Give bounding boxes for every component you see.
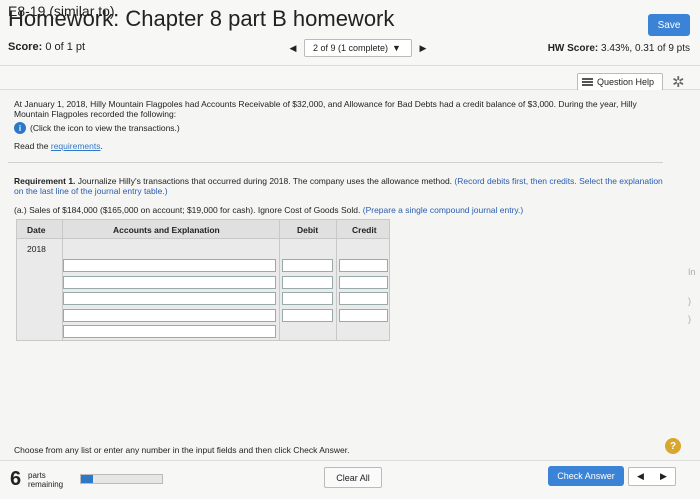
header-debit: Debit bbox=[297, 225, 319, 235]
debit-input[interactable] bbox=[282, 308, 333, 322]
pager-text: 2 of 9 (1 complete) bbox=[313, 43, 389, 53]
gear-icon[interactable]: ✲ bbox=[672, 73, 685, 91]
question-navigator: ◀ 2 of 9 (1 complete) ▼ ▶ bbox=[286, 39, 430, 57]
explanation-input[interactable] bbox=[63, 325, 276, 338]
credit-input[interactable] bbox=[339, 292, 388, 305]
hw-score-display: HW Score: 3.43%, 0.31 of 9 pts bbox=[548, 43, 690, 54]
prev-question-icon[interactable]: ◀ bbox=[286, 39, 300, 57]
read-suffix: . bbox=[100, 141, 103, 151]
requirements-link[interactable]: requirements bbox=[51, 141, 101, 151]
footer-question-nav: ◀ ▶ bbox=[628, 467, 676, 486]
info-icon[interactable]: i bbox=[14, 122, 26, 134]
part-a-text: (a.) Sales of $184,000 ($165,000 on acco… bbox=[14, 205, 664, 215]
save-button[interactable]: Save bbox=[648, 14, 690, 36]
question-intro: At January 1, 2018, Hilly Mountain Flagp… bbox=[14, 99, 637, 119]
question-id: E8-19 (similar to) bbox=[8, 3, 115, 19]
chevron-down-icon: ▼ bbox=[392, 43, 401, 53]
prev-question-icon[interactable]: ◀ bbox=[637, 471, 644, 482]
next-question-icon[interactable]: ▶ bbox=[660, 471, 667, 482]
parts-label-line: remaining bbox=[28, 480, 64, 489]
section-divider bbox=[8, 162, 663, 163]
header-accounts: Accounts and Explanation bbox=[113, 225, 220, 235]
edge-text: In bbox=[688, 267, 696, 277]
credit-input[interactable] bbox=[339, 308, 388, 322]
requirement-text: Requirement 1. Journalize Hilly's transa… bbox=[14, 176, 664, 196]
help-question-icon[interactable]: ? bbox=[665, 438, 681, 454]
progress-fill bbox=[81, 475, 94, 483]
header-date: Date bbox=[27, 225, 46, 235]
transactions-info-row[interactable]: i (Click the icon to view the transactio… bbox=[14, 122, 180, 134]
account-input[interactable] bbox=[63, 308, 276, 322]
score-label: Score: bbox=[8, 41, 43, 53]
hw-score-label: HW Score: bbox=[547, 43, 599, 54]
debit-input[interactable] bbox=[282, 292, 333, 305]
parts-remaining-label: parts remaining bbox=[28, 471, 63, 489]
debit-input[interactable] bbox=[282, 259, 333, 272]
next-question-icon[interactable]: ▶ bbox=[416, 39, 430, 57]
edge-text: ) bbox=[688, 296, 691, 306]
score-value: 0 of 1 pt bbox=[45, 41, 86, 53]
column-separator bbox=[279, 220, 280, 340]
read-requirements-row: Read the requirements. bbox=[14, 141, 103, 151]
read-prefix: Read the bbox=[14, 141, 49, 151]
debit-input[interactable] bbox=[282, 275, 333, 289]
account-input[interactable] bbox=[63, 259, 276, 272]
list-icon bbox=[582, 78, 593, 86]
requirement-body: Journalize Hilly's transactions that occ… bbox=[77, 176, 453, 186]
part-a-note: (Prepare a single compound journal entry… bbox=[362, 205, 524, 215]
journal-header-row: Date Accounts and Explanation Debit Cred… bbox=[17, 220, 389, 239]
clear-all-button[interactable]: Clear All bbox=[324, 467, 382, 488]
credit-input[interactable] bbox=[339, 275, 388, 289]
question-help-label: Question Help bbox=[597, 77, 655, 87]
parts-remaining-count: 6 bbox=[10, 468, 22, 490]
question-help-button[interactable]: Question Help bbox=[577, 73, 663, 91]
score-display: Score: 0 of 1 pt bbox=[8, 41, 85, 53]
parts-progress-bar bbox=[80, 474, 163, 484]
requirement-label: Requirement 1. bbox=[14, 176, 76, 186]
account-input[interactable] bbox=[63, 292, 276, 305]
transactions-info-text: (Click the icon to view the transactions… bbox=[30, 123, 180, 133]
instruction-text: Choose from any list or enter any number… bbox=[14, 445, 350, 455]
question-pager-dropdown[interactable]: 2 of 9 (1 complete) ▼ bbox=[304, 39, 412, 57]
check-answer-button[interactable]: Check Answer bbox=[548, 466, 624, 486]
parts-label-line: parts bbox=[28, 471, 46, 480]
column-separator bbox=[336, 220, 337, 340]
hw-score-value: 3.43%, 0.31 of 9 pts bbox=[601, 43, 690, 54]
account-input[interactable] bbox=[63, 275, 276, 289]
edge-text: ) bbox=[688, 314, 691, 324]
header-credit: Credit bbox=[352, 225, 377, 235]
journal-year: 2018 bbox=[27, 244, 46, 254]
part-a-body: (a.) Sales of $184,000 ($165,000 on acco… bbox=[14, 205, 361, 215]
credit-input[interactable] bbox=[339, 259, 388, 272]
